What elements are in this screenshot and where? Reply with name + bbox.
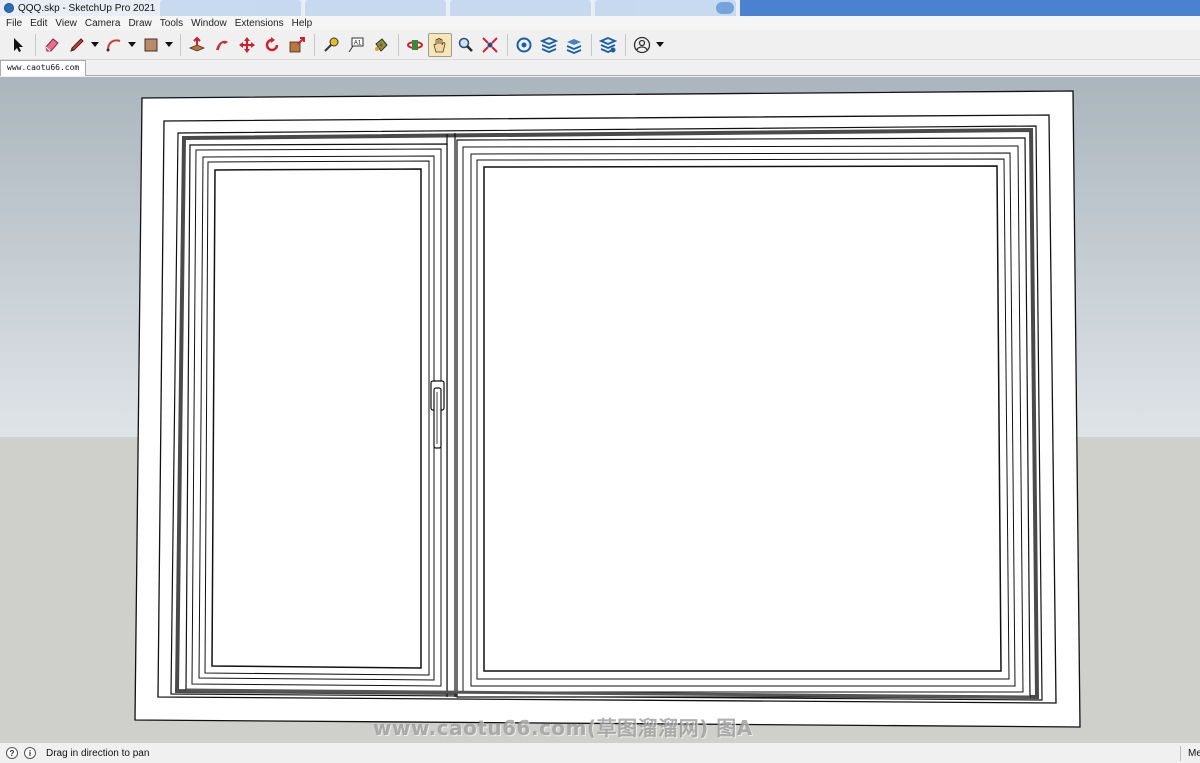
tape-measure-icon (324, 37, 339, 52)
3d-warehouse-icon (516, 37, 532, 52)
status-bar: ? i Drag in direction to pan Mea (0, 742, 1200, 763)
paint-bucket-tool-button[interactable] (369, 33, 393, 57)
scene-tab-bar: www.caotu66.com (0, 60, 1200, 76)
rectangle-tool-dropdown[interactable] (164, 33, 173, 57)
scene-tab[interactable]: www.caotu66.com (0, 60, 87, 76)
rotate-tool-button[interactable] (260, 33, 284, 57)
orbit-icon (407, 39, 423, 50)
account-icon (633, 36, 651, 53)
paint-bucket-icon (375, 37, 388, 52)
push-pull-icon (188, 36, 206, 51)
select-arrow-icon (14, 37, 23, 52)
select-tool-button[interactable] (6, 33, 30, 57)
extension-warehouse-button[interactable] (537, 33, 561, 57)
help-icon[interactable]: ? (6, 747, 18, 759)
zoom-extents-tool-button[interactable] (478, 33, 502, 57)
rotate-icon (265, 36, 279, 51)
zoom-extents-icon (482, 36, 498, 53)
text-tool-button[interactable]: A1 (344, 33, 368, 57)
menu-bar: File Edit View Camera Draw Tools Window … (0, 16, 1200, 30)
measurements-label: Mea (1188, 748, 1200, 759)
3d-warehouse-button[interactable] (512, 33, 536, 57)
extension-manager-icon (599, 36, 617, 53)
account-button[interactable] (630, 33, 654, 57)
rectangle-tool-button[interactable] (139, 33, 163, 57)
chevron-down-icon (127, 41, 136, 47)
background-taskbar-strip (740, 0, 1200, 16)
right-sash-frame (456, 137, 1031, 698)
background-browser-tabs (160, 0, 740, 16)
line-tool-dropdown[interactable] (90, 33, 99, 57)
text-icon: A1 (348, 37, 364, 52)
background-circle-icon (716, 2, 734, 14)
pencil-line-icon (70, 37, 84, 52)
scale-icon (289, 36, 305, 52)
arc-tool-dropdown[interactable] (127, 33, 136, 57)
chevron-down-icon (655, 41, 664, 47)
model-viewport[interactable] (0, 77, 1200, 742)
orbit-tool-button[interactable] (403, 33, 427, 57)
push-pull-tool-button[interactable] (185, 33, 209, 57)
chevron-down-icon (164, 41, 173, 47)
window-handle-grip (433, 387, 442, 449)
follow-me-icon (216, 40, 228, 50)
title-bar: QQQ.skp - SketchUp Pro 2021 (0, 0, 1200, 16)
window-title: QQQ.skp - SketchUp Pro 2021 (18, 2, 156, 14)
pan-tool-button[interactable] (428, 32, 452, 57)
menu-help[interactable]: Help (288, 18, 317, 29)
arc-tool-button[interactable] (102, 33, 126, 57)
move-tool-button[interactable] (235, 33, 259, 57)
menu-camera[interactable]: Camera (81, 18, 125, 29)
follow-me-tool-button[interactable] (210, 33, 234, 57)
zoom-icon (458, 37, 473, 52)
tape-measure-tool-button[interactable] (319, 33, 343, 57)
text-tool-label: A1 (354, 40, 362, 46)
status-divider (1180, 746, 1181, 761)
chevron-down-icon (90, 41, 99, 47)
menu-tools[interactable]: Tools (156, 18, 187, 29)
scale-tool-button[interactable] (285, 33, 309, 57)
menu-extensions[interactable]: Extensions (231, 18, 288, 29)
menu-edit[interactable]: Edit (26, 18, 51, 29)
menu-window[interactable]: Window (187, 18, 231, 29)
rectangle-icon (144, 38, 158, 51)
menu-file[interactable]: File (2, 18, 26, 29)
layout-button[interactable] (562, 33, 586, 57)
menu-view[interactable]: View (51, 18, 81, 29)
watermark-text: www.caotu66.com(草图溜溜网) 图A (373, 716, 753, 740)
left-sash-frame (185, 143, 448, 693)
menu-draw[interactable]: Draw (124, 18, 155, 29)
status-message: Drag in direction to pan (46, 747, 150, 759)
zoom-tool-button[interactable] (453, 33, 477, 57)
pan-hand-icon (433, 37, 446, 52)
layout-icon (566, 38, 582, 54)
extension-manager-button[interactable] (596, 33, 620, 57)
toolbar: A1 (0, 30, 1200, 60)
arc-icon (106, 38, 121, 51)
info-icon[interactable]: i (24, 747, 36, 759)
eraser-tool-button[interactable] (40, 33, 64, 57)
line-tool-button[interactable] (65, 33, 89, 57)
eraser-icon (45, 37, 59, 51)
sketchup-app-icon (4, 3, 14, 13)
window-model (134, 90, 1081, 728)
extension-warehouse-icon (540, 36, 558, 53)
account-dropdown[interactable] (655, 33, 664, 57)
move-icon (239, 36, 255, 53)
